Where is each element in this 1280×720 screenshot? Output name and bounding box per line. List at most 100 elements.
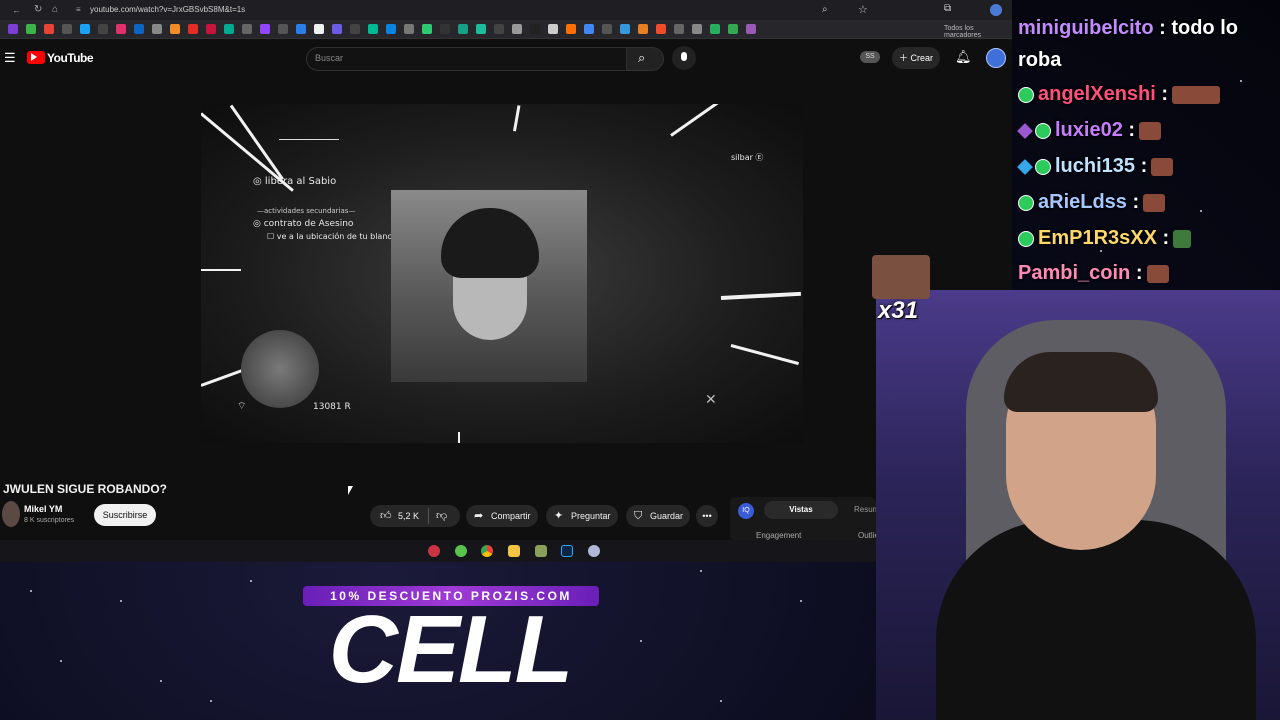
bookmark-icon[interactable] [512,24,522,34]
bookmark-icon[interactable] [404,24,414,34]
extensions-icon[interactable]: ⧉ [944,3,951,14]
bookmark-icon[interactable] [440,24,450,34]
chrome-taskbar-icon[interactable] [481,545,493,557]
bookmark-icon[interactable] [260,24,270,34]
bookmark-icon[interactable] [116,24,126,34]
bookmark-icon[interactable] [476,24,486,34]
save-button[interactable]: ⛉ Guardar [626,505,690,527]
cell-logo-text: CELL [328,596,574,703]
channel-name[interactable]: Mikel YM [24,504,62,514]
back-icon[interactable]: ← [12,5,21,15]
subscribe-button[interactable]: Suscribirse [94,504,156,526]
bookmark-icon[interactable] [656,24,666,34]
taskbar-app-icon[interactable] [455,545,467,557]
bookmark-icon[interactable] [242,24,252,34]
bookmark-icon[interactable] [422,24,432,34]
bookmark-icon[interactable] [710,24,720,34]
bookmark-icon[interactable] [566,24,576,34]
chat-username: luxie02 [1055,119,1123,141]
bookmark-icon[interactable] [494,24,504,34]
search-button[interactable]: ⌕ [626,47,664,71]
chat-username: angelXenshi [1038,83,1156,105]
bookmark-icon[interactable] [296,24,306,34]
bookmark-icon[interactable] [458,24,468,34]
file-explorer-taskbar-icon[interactable] [508,545,520,557]
like-count[interactable]: 5,2 K [398,505,419,527]
bookmark-star-icon[interactable]: ☆ [858,3,868,16]
chat-separator: : [1140,155,1148,177]
bookmark-icon[interactable] [368,24,378,34]
sparkle-icon: ✦ [554,510,564,522]
bookmark-icon[interactable] [332,24,342,34]
emote-icon [1151,157,1174,176]
share-button[interactable]: ➦ Compartir [466,505,538,527]
taskbar-app-icon[interactable] [428,545,440,557]
bookmark-icon[interactable] [314,24,324,34]
reload-icon[interactable]: ↻ [34,4,42,15]
address-bar[interactable]: youtube.com/watch?v=JrxGBSvbS8M&t=1s [90,5,245,14]
search-input[interactable]: Buscar [306,47,628,71]
menu-icon[interactable]: ☰ [4,50,16,66]
chat-separator: : [1132,191,1140,213]
bookmark-icon[interactable] [728,24,738,34]
inset-facecam [391,190,587,382]
bookmark-icon[interactable] [602,24,612,34]
streamer-body [936,520,1256,720]
thumbs-up-icon[interactable]: 👍︎ [380,505,392,527]
bookmark-icon[interactable] [8,24,18,34]
bookmark-icon[interactable] [692,24,702,34]
crossed-swords-icon: ✕ [705,392,717,408]
all-bookmarks-folder[interactable]: Todos los marcadores [944,25,1012,39]
bookmark-icon[interactable] [530,24,540,34]
bookmark-icon[interactable] [674,24,684,34]
bookmark-icon[interactable] [134,24,144,34]
chat-message: miniguibelcito : todo lo roba [1018,12,1268,76]
account-avatar[interactable] [986,48,1006,68]
more-actions-button[interactable]: ••• [696,505,718,527]
bookmark-icon[interactable] [278,24,288,34]
taskbar-app-icon[interactable] [588,545,600,557]
zoom-icon[interactable]: ⌕ [822,4,828,15]
user-chip[interactable]: SS [860,51,880,63]
chat-message: Pambi_coin : [1018,259,1169,287]
bookmark-icon[interactable] [746,24,756,34]
bookmark-icon[interactable] [620,24,630,34]
bookmark-icon[interactable] [80,24,90,34]
subscriber-badge-icon [1018,86,1034,103]
analytics-logo-icon: IQ [738,503,754,519]
notifications-bell-icon[interactable]: 🔔︎ [955,49,972,65]
profile-icon[interactable] [990,4,1002,16]
bookmark-icon[interactable] [62,24,72,34]
bookmark-icon[interactable] [26,24,36,34]
streamer-webcam [876,290,1280,720]
site-info-icon[interactable]: ≡ [76,5,81,14]
chat-separator: : [1128,119,1136,141]
divider [428,508,429,524]
subscriber-count: 8 K suscriptores [24,517,75,524]
bookmark-icon[interactable] [584,24,594,34]
voice-search-button[interactable] [672,46,696,70]
bookmark-icon[interactable] [386,24,396,34]
taskbar-app-icon[interactable] [535,545,547,557]
channel-avatar[interactable] [2,501,20,527]
bookmark-icon[interactable] [350,24,360,34]
emote-combo: x31 [872,255,930,327]
photoshop-taskbar-icon[interactable] [561,545,573,557]
bookmark-icon[interactable] [188,24,198,34]
bookmark-icon[interactable] [548,24,558,34]
thumbs-down-icon[interactable]: 👎︎ [436,505,447,527]
bookmark-icon[interactable] [224,24,234,34]
save-label: Guardar [650,511,684,521]
bookmark-icon[interactable] [44,24,54,34]
like-dislike-group: 👍︎ 5,2 K 👎︎ [370,505,460,527]
bookmark-icon[interactable] [98,24,108,34]
create-button[interactable]: ＋ Crear [892,47,940,69]
tab-vistas[interactable]: Vistas [764,501,838,519]
bookmark-icon[interactable] [170,24,180,34]
bookmark-icon[interactable] [638,24,648,34]
home-icon[interactable]: ⌂ [52,4,58,15]
bookmark-icon[interactable] [206,24,216,34]
bookmark-icon[interactable] [152,24,162,34]
ask-button[interactable]: ✦ Preguntar [546,505,618,527]
streamer-hair [1004,352,1158,412]
